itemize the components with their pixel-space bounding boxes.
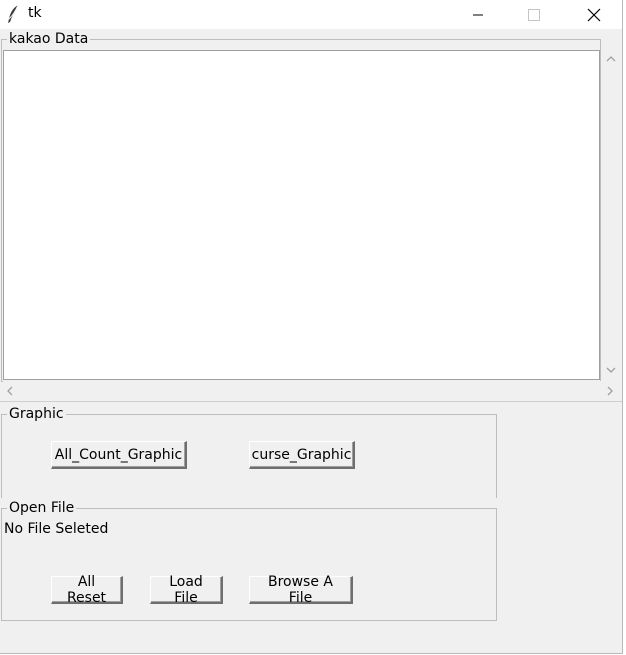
graphic-label: Graphic xyxy=(7,405,66,423)
curse-graphic-button[interactable]: curse_Graphic xyxy=(249,441,355,469)
kakao-data-textarea[interactable] xyxy=(3,50,600,380)
minimize-button[interactable] xyxy=(456,0,500,29)
close-icon xyxy=(587,8,601,21)
scroll-left-icon[interactable] xyxy=(6,386,14,399)
divider xyxy=(0,401,622,402)
scroll-right-icon[interactable] xyxy=(606,386,614,399)
open-file-label: Open File xyxy=(7,499,77,517)
scroll-up-icon[interactable] xyxy=(606,53,616,66)
minimize-icon xyxy=(473,14,483,15)
close-button[interactable] xyxy=(572,0,616,29)
app-window: tk kakao Data Graphic All_Count_Graphic … xyxy=(0,0,623,654)
kakao-data-label: kakao Data xyxy=(7,30,91,48)
horizontal-scrollbar[interactable] xyxy=(3,381,621,401)
all-count-graphic-button[interactable]: All_Count_Graphic xyxy=(51,441,187,469)
maximize-icon xyxy=(528,8,540,21)
feather-icon xyxy=(6,4,20,24)
title-bar[interactable]: tk xyxy=(0,0,622,29)
maximize-button[interactable] xyxy=(512,0,556,29)
all-reset-button[interactable]: All Reset xyxy=(51,574,123,606)
window-title: tk xyxy=(28,5,42,21)
vertical-scrollbar[interactable] xyxy=(601,50,621,380)
scroll-down-icon[interactable] xyxy=(606,364,616,377)
browse-file-button[interactable]: Browse A File xyxy=(249,574,353,606)
load-file-button[interactable]: Load File xyxy=(150,574,223,606)
file-status-text: No File Seleted xyxy=(4,521,109,537)
